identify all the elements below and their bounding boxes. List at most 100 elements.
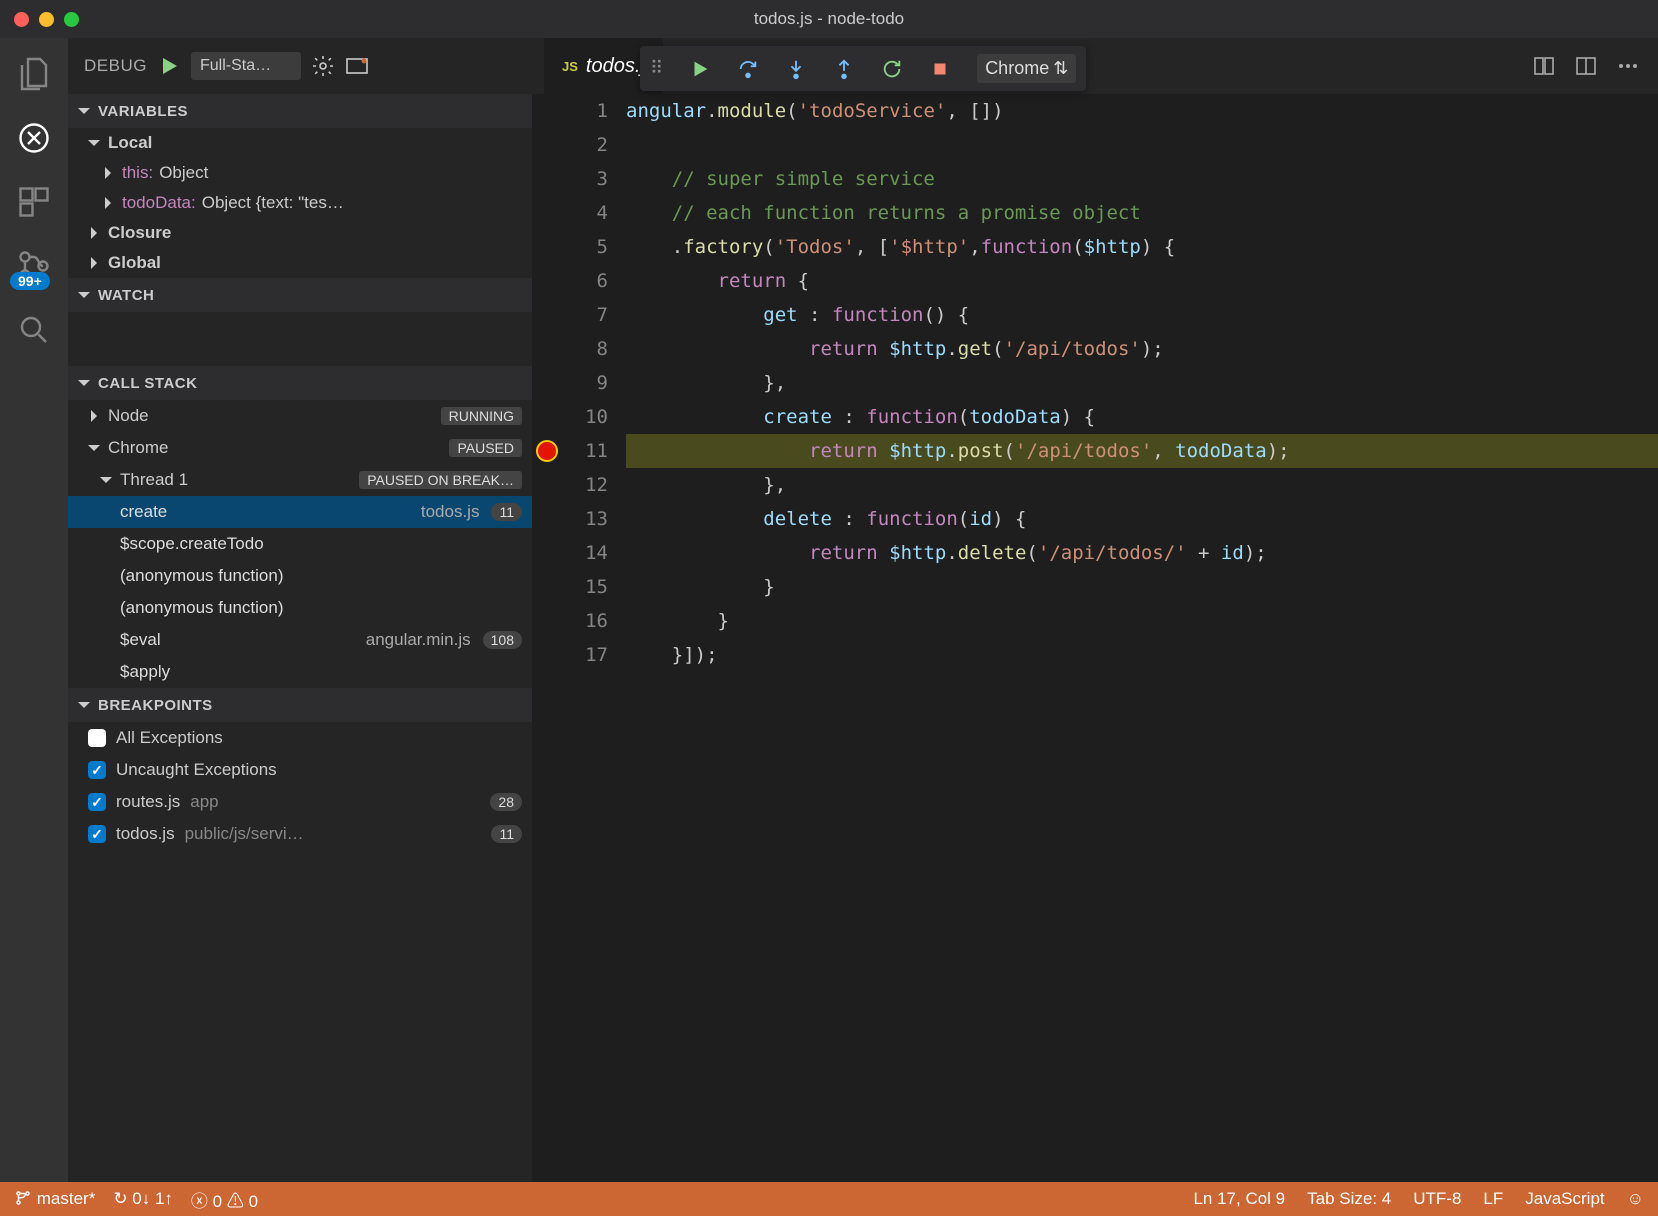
line-number[interactable]: 16	[568, 604, 608, 638]
language-mode[interactable]: JavaScript	[1525, 1189, 1604, 1209]
code-line[interactable]: }	[626, 604, 1658, 638]
zoom-window[interactable]	[64, 12, 79, 27]
breakpoints-header[interactable]: BREAKPOINTS	[68, 688, 532, 722]
breakpoint-item[interactable]: todos.jspublic/js/servi…11	[68, 818, 532, 850]
glyph-margin[interactable]	[532, 264, 568, 298]
line-number[interactable]: 10	[568, 400, 608, 434]
line-number[interactable]: 6	[568, 264, 608, 298]
line-number[interactable]: 15	[568, 570, 608, 604]
code-line[interactable]: get : function() {	[626, 298, 1658, 332]
split-icon[interactable]	[1574, 54, 1598, 78]
glyph-margin[interactable]	[532, 162, 568, 196]
errors-indicator[interactable]: ⓧ 0 ⚠ 0	[191, 1187, 258, 1212]
console-icon[interactable]	[345, 54, 369, 78]
line-number[interactable]: 2	[568, 128, 608, 162]
checkbox[interactable]	[88, 825, 106, 843]
stack-session[interactable]: ChromePAUSED	[68, 432, 532, 464]
code-line[interactable]: create : function(todoData) {	[626, 400, 1658, 434]
code-line[interactable]: return $http.post('/api/todos', todoData…	[626, 434, 1658, 468]
line-number[interactable]: 14	[568, 536, 608, 570]
watch-empty[interactable]	[68, 312, 532, 366]
eol[interactable]: LF	[1483, 1189, 1503, 1209]
tab-size[interactable]: Tab Size: 4	[1307, 1189, 1391, 1209]
glyph-margin[interactable]	[532, 230, 568, 264]
code-line[interactable]: // super simple service	[626, 162, 1658, 196]
drag-handle-icon[interactable]: ⠿	[650, 58, 663, 79]
stop-icon[interactable]	[929, 58, 951, 80]
code-line[interactable]: return $http.get('/api/todos');	[626, 332, 1658, 366]
code-line[interactable]: return $http.delete('/api/todos/' + id);	[626, 536, 1658, 570]
line-number[interactable]: 5	[568, 230, 608, 264]
debug-toolbar[interactable]: ⠿ Chrome⇅	[640, 46, 1086, 91]
encoding[interactable]: UTF-8	[1413, 1189, 1461, 1209]
glyph-margin[interactable]	[532, 638, 568, 672]
sync-indicator[interactable]: ↻ 0↓ 1↑	[113, 1189, 173, 1209]
breakpoint-item[interactable]: All Exceptions	[68, 722, 532, 754]
callstack-header[interactable]: CALL STACK	[68, 366, 532, 400]
glyph-margin[interactable]	[532, 434, 568, 468]
glyph-margin[interactable]	[532, 604, 568, 638]
var-group[interactable]: Closure	[68, 218, 532, 248]
search-icon[interactable]	[16, 312, 52, 348]
code-line[interactable]	[626, 128, 1658, 162]
var-group[interactable]: Local	[68, 128, 532, 158]
restart-icon[interactable]	[881, 58, 903, 80]
var-item[interactable]: todoData: Object {text: "tes…	[68, 188, 532, 218]
line-number[interactable]: 17	[568, 638, 608, 672]
checkbox[interactable]	[88, 729, 106, 747]
code-line[interactable]: return {	[626, 264, 1658, 298]
glyph-margin[interactable]	[532, 502, 568, 536]
stack-frame[interactable]: (anonymous function)	[68, 560, 532, 592]
continue-icon[interactable]	[689, 58, 711, 80]
line-number[interactable]: 11	[568, 434, 608, 468]
line-number[interactable]: 1	[568, 94, 608, 128]
step-out-icon[interactable]	[833, 58, 855, 80]
stack-thread[interactable]: Thread 1PAUSED ON BREAK…	[68, 464, 532, 496]
glyph-margin[interactable]	[532, 400, 568, 434]
step-into-icon[interactable]	[785, 58, 807, 80]
code-line[interactable]: },	[626, 468, 1658, 502]
line-number[interactable]: 12	[568, 468, 608, 502]
feedback-icon[interactable]: ☺	[1627, 1189, 1644, 1209]
checkbox[interactable]	[88, 793, 106, 811]
debug-icon[interactable]	[16, 120, 52, 156]
extensions-icon[interactable]	[16, 184, 52, 220]
code-editor[interactable]: 1234567891011121314151617 angular.module…	[532, 94, 1658, 1182]
branch-indicator[interactable]: master*	[14, 1189, 95, 1209]
breakpoint-item[interactable]: routes.jsapp28	[68, 786, 532, 818]
stack-session[interactable]: NodeRUNNING	[68, 400, 532, 432]
glyph-margin[interactable]	[532, 94, 568, 128]
watch-header[interactable]: WATCH	[68, 278, 532, 312]
glyph-margin[interactable]	[532, 298, 568, 332]
code-line[interactable]: delete : function(id) {	[626, 502, 1658, 536]
stack-frame[interactable]: $apply	[68, 656, 532, 688]
start-debug-icon[interactable]	[157, 54, 181, 78]
glyph-margin[interactable]	[532, 468, 568, 502]
stack-frame[interactable]: $scope.createTodo	[68, 528, 532, 560]
gear-icon[interactable]	[311, 54, 335, 78]
var-group[interactable]: Global	[68, 248, 532, 278]
glyph-margin[interactable]	[532, 196, 568, 230]
code-line[interactable]: // each function returns a promise objec…	[626, 196, 1658, 230]
more-icon[interactable]	[1616, 54, 1640, 78]
cursor-position[interactable]: Ln 17, Col 9	[1193, 1189, 1285, 1209]
glyph-margin[interactable]	[532, 128, 568, 162]
line-number[interactable]: 4	[568, 196, 608, 230]
minimize-window[interactable]	[39, 12, 54, 27]
line-number[interactable]: 3	[568, 162, 608, 196]
glyph-margin[interactable]	[532, 570, 568, 604]
code-line[interactable]: },	[626, 366, 1658, 400]
line-number[interactable]: 9	[568, 366, 608, 400]
line-number[interactable]: 8	[568, 332, 608, 366]
debug-target-select[interactable]: Chrome⇅	[977, 54, 1076, 83]
breakpoint-item[interactable]: Uncaught Exceptions	[68, 754, 532, 786]
breakpoint-icon[interactable]	[538, 442, 556, 460]
files-icon[interactable]	[16, 56, 52, 92]
line-number[interactable]: 7	[568, 298, 608, 332]
glyph-margin[interactable]	[532, 366, 568, 400]
line-number[interactable]: 13	[568, 502, 608, 536]
step-over-icon[interactable]	[737, 58, 759, 80]
checkbox[interactable]	[88, 761, 106, 779]
debug-config-select[interactable]: Full-Sta…	[191, 52, 301, 80]
stack-frame[interactable]: $evalangular.min.js108	[68, 624, 532, 656]
